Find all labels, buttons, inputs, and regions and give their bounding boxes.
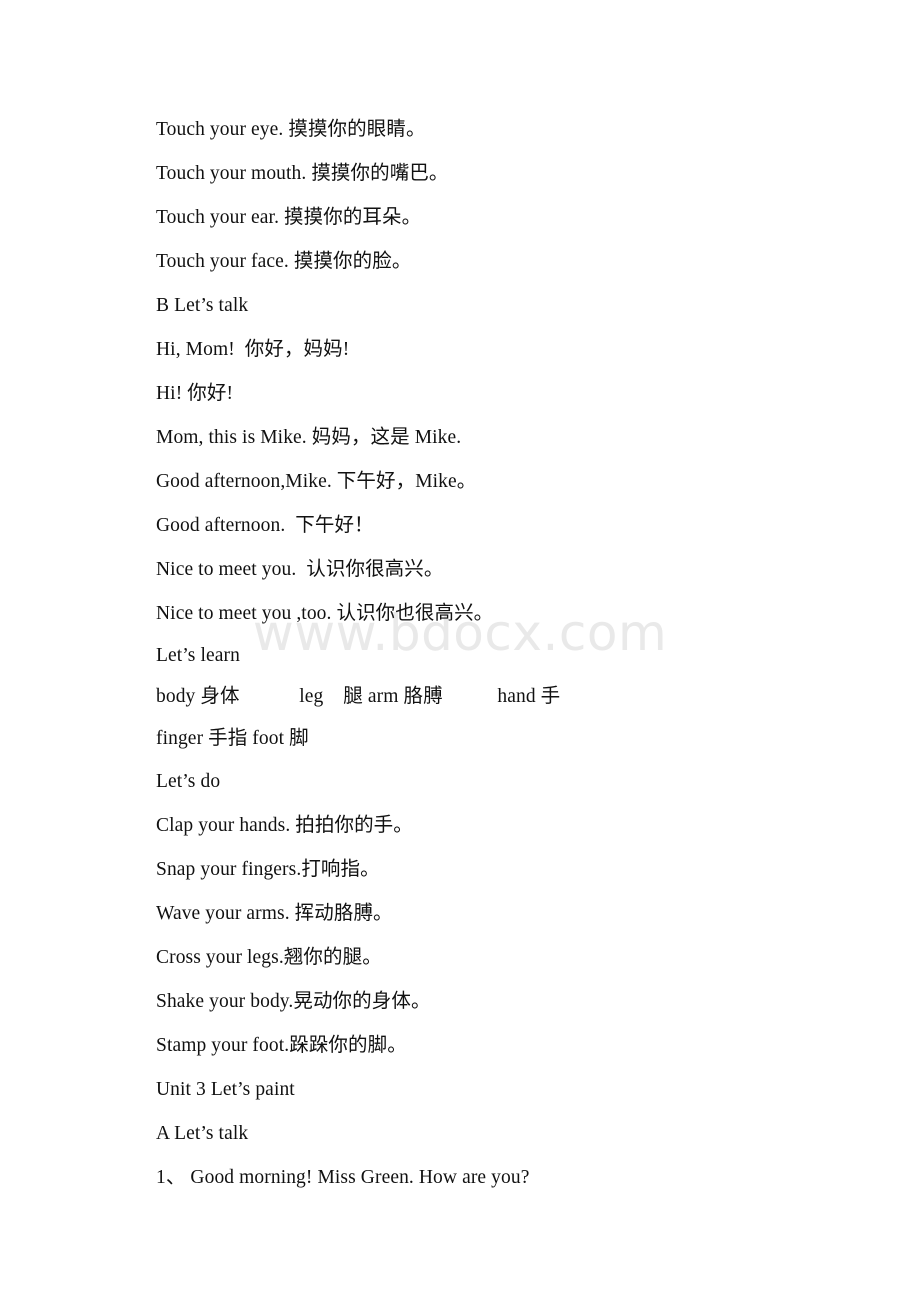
- text-line-touch-ear: Touch your ear. 摸摸你的耳朵。: [156, 207, 422, 228]
- text-line-clap-hands: Clap your hands. 拍拍你的手。: [156, 815, 413, 836]
- heading-lets-learn: Let’s learn: [156, 645, 240, 666]
- text-line-nice-to-meet-you-too: Nice to meet you ,too. 认识你也很高兴。: [156, 603, 494, 624]
- heading-section-b-lets-talk: B Let’s talk: [156, 295, 249, 316]
- text-line-cross-legs: Cross your legs.翘你的腿。: [156, 947, 382, 968]
- heading-section-a-lets-talk: A Let’s talk: [156, 1123, 249, 1144]
- text-line-good-afternoon: Good afternoon. 下午好！: [156, 515, 374, 536]
- text-line-wave-arms: Wave your arms. 挥动胳膊。: [156, 903, 393, 924]
- heading-unit-3: Unit 3 Let’s paint: [156, 1079, 295, 1100]
- text-line-nice-to-meet-you: Nice to meet you. 认识你很高兴。: [156, 559, 444, 580]
- text-line-touch-eye: Touch your eye. 摸摸你的眼睛。: [156, 119, 426, 140]
- text-line-snap-fingers: Snap your fingers.打响指。: [156, 859, 380, 880]
- text-line-good-afternoon-mike: Good afternoon,Mike. 下午好，Mike。: [156, 471, 477, 492]
- text-line-stamp-foot: Stamp your foot.跺跺你的脚。: [156, 1035, 407, 1056]
- text-line-touch-face: Touch your face. 摸摸你的脸。: [156, 251, 412, 272]
- vocabulary-row-body-leg-arm-hand: body 身体 leg 腿 arm 胳膊 hand 手: [156, 686, 561, 707]
- text-line-hi: Hi! 你好!: [156, 383, 234, 404]
- text-line-question-1: 1、 Good morning! Miss Green. How are you…: [156, 1167, 530, 1188]
- document-page: www.bdocx.com Touch your eye. 摸摸你的眼睛。 To…: [0, 0, 920, 1302]
- document-body: Touch your eye. 摸摸你的眼睛。 Touch your mouth…: [156, 108, 856, 1200]
- text-line-hi-mom: Hi, Mom! 你好，妈妈!: [156, 339, 350, 360]
- text-line-shake-body: Shake your body.晃动你的身体。: [156, 991, 431, 1012]
- text-line-touch-mouth: Touch your mouth. 摸摸你的嘴巴。: [156, 163, 449, 184]
- text-line-mom-this-is-mike: Mom, this is Mike. 妈妈，这是 Mike.: [156, 427, 462, 448]
- vocabulary-row-finger-foot: finger 手指 foot 脚: [156, 728, 309, 749]
- heading-lets-do: Let’s do: [156, 771, 221, 792]
